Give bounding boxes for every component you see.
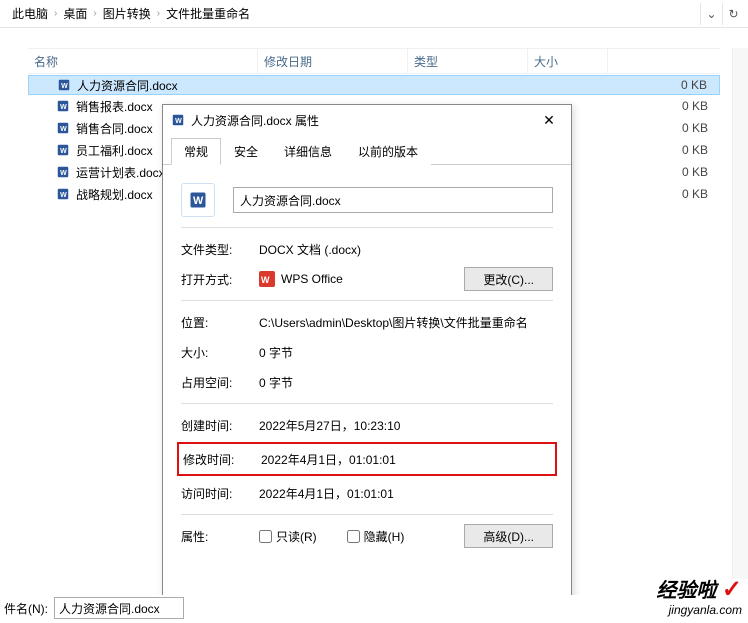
- file-size: 0 KB: [640, 187, 720, 201]
- svg-text:W: W: [60, 126, 67, 133]
- hidden-checkbox[interactable]: 隐藏(H): [347, 528, 405, 545]
- readonly-label: 只读(R): [276, 528, 317, 545]
- label-accessed: 访问时间:: [181, 485, 259, 502]
- chevron-down-icon: ⌄: [706, 7, 716, 21]
- svg-text:W: W: [61, 83, 68, 90]
- change-button[interactable]: 更改(C)...: [464, 267, 553, 291]
- tab-security[interactable]: 安全: [221, 138, 271, 165]
- value-filetype: DOCX 文档 (.docx): [259, 241, 553, 258]
- label-filetype: 文件类型:: [181, 241, 259, 258]
- value-location: C:\Users\admin\Desktop\图片转换\文件批量重命名: [259, 314, 553, 331]
- breadcrumb-item[interactable]: 文件批量重命名: [164, 5, 252, 22]
- readonly-checkbox[interactable]: 只读(R): [259, 528, 317, 545]
- word-doc-icon: W: [56, 143, 70, 157]
- wps-office-icon: W: [259, 271, 275, 287]
- hidden-checkbox-input[interactable]: [347, 530, 360, 543]
- word-doc-icon: W: [56, 99, 70, 113]
- file-name: 员工福利.docx: [76, 142, 153, 159]
- hidden-label: 隐藏(H): [364, 528, 405, 545]
- value-size-on-disk: 0 字节: [259, 374, 553, 391]
- tab-previous-versions[interactable]: 以前的版本: [345, 138, 431, 165]
- file-name: 人力资源合同.docx: [77, 77, 178, 94]
- tab-strip: 常规 安全 详细信息 以前的版本: [163, 135, 571, 165]
- tab-general[interactable]: 常规: [171, 138, 221, 165]
- word-doc-icon: W: [57, 78, 71, 92]
- refresh-button[interactable]: ↻: [722, 3, 744, 25]
- breadcrumb-item[interactable]: 图片转换: [101, 5, 153, 22]
- chevron-right-icon: ›: [157, 8, 160, 19]
- label-location: 位置:: [181, 314, 259, 331]
- svg-text:W: W: [193, 195, 204, 207]
- refresh-icon: ↻: [728, 7, 738, 21]
- word-doc-icon: W: [171, 113, 185, 127]
- chevron-right-icon: ›: [54, 8, 57, 19]
- file-row[interactable]: W 人力资源合同.docx 0 KB: [28, 75, 720, 95]
- column-headers: 名称 修改日期 类型 大小: [28, 48, 720, 74]
- file-size: 0 KB: [640, 121, 720, 135]
- breadcrumb-item[interactable]: 桌面: [61, 5, 89, 22]
- label-size: 大小:: [181, 344, 259, 361]
- toolbar-spacer: [0, 28, 748, 48]
- svg-text:W: W: [261, 275, 270, 285]
- dialog-body: W 文件类型: DOCX 文档 (.docx) 打开方式: W WPS Offi…: [163, 165, 571, 603]
- svg-text:W: W: [60, 148, 67, 155]
- history-dropdown-button[interactable]: ⌄: [700, 3, 722, 25]
- value-accessed: 2022年4月1日，01:01:01: [259, 485, 553, 502]
- svg-text:W: W: [60, 192, 67, 199]
- label-openwith: 打开方式:: [181, 271, 259, 288]
- highlight-annotation: 修改时间: 2022年4月1日，01:01:01: [177, 442, 557, 476]
- file-type-icon: W: [181, 183, 215, 217]
- label-modified: 修改时间:: [183, 451, 261, 468]
- value-openwith: WPS Office: [281, 272, 343, 286]
- label-attributes: 属性:: [181, 528, 259, 545]
- divider: [181, 227, 553, 228]
- properties-dialog: W 人力资源合同.docx 属性 ✕ 常规 安全 详细信息 以前的版本 W 文件…: [162, 104, 572, 604]
- column-header-size[interactable]: 大小: [528, 49, 608, 73]
- filename-field[interactable]: [54, 597, 184, 619]
- dialog-title: 人力资源合同.docx 属性: [191, 112, 529, 129]
- dialog-titlebar[interactable]: W 人力资源合同.docx 属性 ✕: [163, 105, 571, 135]
- svg-text:W: W: [60, 104, 67, 111]
- scrollbar[interactable]: [732, 48, 748, 579]
- value-modified: 2022年4月1日，01:01:01: [261, 451, 551, 468]
- value-created: 2022年5月27日，10:23:10: [259, 417, 553, 434]
- breadcrumb[interactable]: 此电脑 › 桌面 › 图片转换 › 文件批量重命名: [4, 3, 700, 25]
- column-header-type[interactable]: 类型: [408, 49, 528, 73]
- advanced-button[interactable]: 高级(D)...: [464, 524, 553, 548]
- tab-details[interactable]: 详细信息: [271, 138, 345, 165]
- value-size: 0 字节: [259, 344, 553, 361]
- breadcrumb-item[interactable]: 此电脑: [10, 5, 50, 22]
- column-header-date[interactable]: 修改日期: [258, 49, 408, 73]
- file-size: 0 KB: [640, 99, 720, 113]
- word-doc-icon: W: [56, 187, 70, 201]
- close-button[interactable]: ✕: [529, 106, 569, 134]
- column-header-name[interactable]: 名称: [28, 49, 258, 73]
- word-doc-icon: W: [56, 121, 70, 135]
- divider: [181, 300, 553, 301]
- chevron-right-icon: ›: [93, 8, 96, 19]
- file-size: 0 KB: [639, 78, 719, 92]
- file-name: 销售合同.docx: [76, 120, 153, 137]
- svg-text:W: W: [60, 170, 67, 177]
- filename-label: 件名(N):: [4, 600, 48, 617]
- label-created: 创建时间:: [181, 417, 259, 434]
- svg-text:W: W: [175, 118, 182, 125]
- file-size: 0 KB: [640, 143, 720, 157]
- filename-bar: 件名(N):: [0, 595, 748, 621]
- divider: [181, 514, 553, 515]
- word-doc-icon: W: [56, 165, 70, 179]
- file-size: 0 KB: [640, 165, 720, 179]
- address-bar: 此电脑 › 桌面 › 图片转换 › 文件批量重命名 ⌄ ↻: [0, 0, 748, 28]
- filename-input[interactable]: [233, 187, 553, 213]
- file-name: 销售报表.docx: [76, 98, 153, 115]
- label-size-on-disk: 占用空间:: [181, 374, 259, 391]
- file-name: 战略规划.docx: [76, 186, 153, 203]
- file-name: 运营计划表.docx: [76, 164, 165, 181]
- divider: [181, 403, 553, 404]
- readonly-checkbox-input[interactable]: [259, 530, 272, 543]
- close-icon: ✕: [543, 112, 555, 129]
